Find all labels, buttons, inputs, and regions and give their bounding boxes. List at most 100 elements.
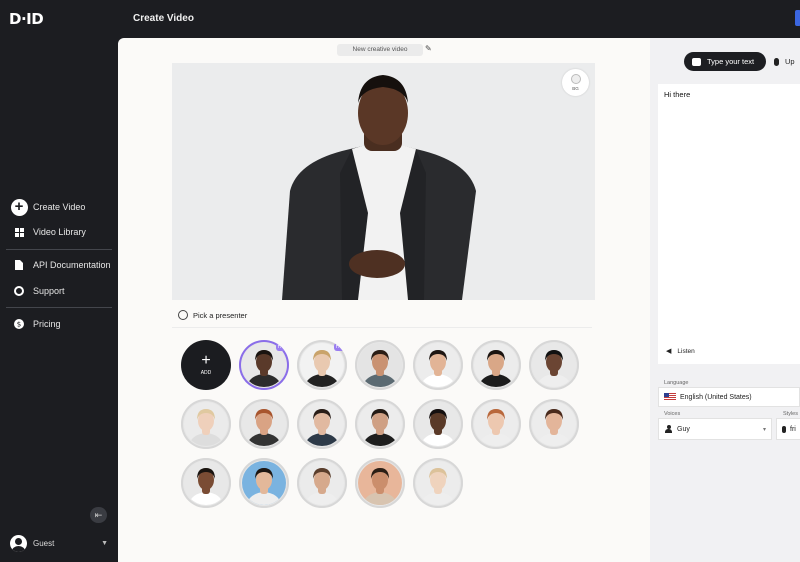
- sidebar-item-label: Create Video: [33, 202, 86, 212]
- language-label: Language: [664, 380, 689, 386]
- pick-presenter-header: Pick a presenter: [178, 310, 247, 320]
- sidebar-item-label: API Documentation: [33, 260, 111, 270]
- sidebar-item-label: Pricing: [33, 319, 61, 329]
- presenter-avatar[interactable]: [355, 399, 405, 449]
- tab-upload-audio[interactable]: Up: [774, 52, 795, 71]
- presenter-avatar[interactable]: [471, 340, 521, 390]
- add-presenter-button[interactable]: + ADD: [181, 340, 231, 390]
- sidebar-item-pricing[interactable]: $ Pricing: [10, 314, 61, 334]
- hq-badge: HQ: [276, 343, 287, 351]
- video-preview: BG: [172, 63, 595, 300]
- page-title: Create Video: [133, 13, 194, 24]
- grid-icon: [10, 227, 28, 237]
- presenter-preview-image: [172, 63, 595, 300]
- presenter-portrait: [416, 461, 460, 505]
- listen-button[interactable]: ◀ Listen: [666, 347, 695, 356]
- sidebar-divider: [6, 307, 112, 308]
- sidebar-item-api-documentation[interactable]: API Documentation: [10, 255, 111, 275]
- us-flag-icon: [664, 393, 676, 401]
- presenter-avatar[interactable]: [297, 458, 347, 508]
- presenter-avatar[interactable]: [413, 340, 463, 390]
- collapse-icon: ⇤: [94, 509, 103, 520]
- top-right-button[interactable]: [795, 10, 800, 26]
- presenter-portrait: [358, 461, 402, 505]
- sidebar-item-label: Video Library: [33, 227, 86, 237]
- document-icon: [10, 260, 28, 270]
- tab-upload-label: Up: [785, 57, 795, 66]
- presenter-avatar[interactable]: [181, 399, 231, 449]
- presenter-portrait: [416, 343, 460, 387]
- sidebar-item-create-video[interactable]: + Create Video: [10, 197, 85, 217]
- presenter-avatar[interactable]: [471, 399, 521, 449]
- user-menu[interactable]: Guest ▼: [10, 533, 108, 553]
- chevron-down-icon: ▾: [762, 426, 766, 433]
- background-icon: [570, 74, 581, 84]
- presenter-portrait: [242, 402, 286, 446]
- presenter-avatar[interactable]: [181, 458, 231, 508]
- style-select[interactable]: fri: [776, 418, 800, 440]
- plus-circle-icon: +: [10, 198, 28, 216]
- listen-label: Listen: [677, 347, 695, 355]
- presenter-portrait: [358, 343, 402, 387]
- microphone-icon: [774, 57, 779, 66]
- svg-text:$: $: [17, 321, 21, 329]
- hq-badge: HQ: [334, 343, 345, 351]
- presenter-portrait: [532, 402, 576, 446]
- presenter-portrait: [242, 461, 286, 505]
- sidebar-item-support[interactable]: Support: [10, 281, 65, 301]
- presenter-avatar[interactable]: HQ: [297, 340, 347, 390]
- speaker-icon: ◀: [666, 348, 672, 355]
- person-icon: [665, 425, 672, 433]
- editor-canvas: New creative video ✎ BG Pick a presenter: [118, 38, 650, 562]
- user-avatar-icon: [10, 534, 27, 552]
- language-value: English (United States): [680, 393, 752, 401]
- presenter-avatar[interactable]: [529, 340, 579, 390]
- tab-type-your-text[interactable]: Type your text: [684, 52, 766, 71]
- presenter-avatar[interactable]: [297, 399, 347, 449]
- presenter-avatar[interactable]: [355, 458, 405, 508]
- app-logo[interactable]: D·ID: [9, 10, 44, 28]
- style-value: fri: [790, 425, 796, 433]
- presenter-avatar[interactable]: [529, 399, 579, 449]
- presenter-portrait: [184, 402, 228, 446]
- presenter-portrait: [416, 402, 460, 446]
- microphone-icon: [782, 425, 786, 433]
- script-panel: Type your text Up Hi there ◀ Listen Lang…: [650, 38, 800, 562]
- tab-type-label: Type your text: [707, 57, 755, 66]
- language-select[interactable]: English (United States): [658, 387, 800, 407]
- user-name: Guest: [33, 538, 55, 548]
- sidebar-item-label: Support: [33, 286, 65, 296]
- pick-presenter-label: Pick a presenter: [193, 310, 248, 320]
- presenter-portrait: [300, 461, 344, 505]
- script-text: Hi there: [664, 90, 691, 99]
- sidebar: D·ID + Create Video Video Library API Do…: [0, 0, 118, 562]
- presenter-avatar[interactable]: [239, 458, 289, 508]
- collapse-sidebar-button[interactable]: ⇤: [90, 507, 107, 523]
- sidebar-item-video-library[interactable]: Video Library: [10, 222, 86, 242]
- presenter-avatar[interactable]: [413, 458, 463, 508]
- voice-value: Guy: [677, 425, 690, 433]
- presenter-portrait: [474, 343, 518, 387]
- section-divider: [172, 327, 592, 328]
- chat-icon: [692, 57, 701, 66]
- presenter-avatar[interactable]: [355, 340, 405, 390]
- video-title-field[interactable]: New creative video: [337, 44, 423, 56]
- background-button[interactable]: BG: [562, 69, 589, 96]
- chevron-down-icon: ▼: [101, 539, 108, 547]
- voices-label: Voices: [664, 411, 681, 417]
- face-icon: [178, 310, 188, 320]
- pencil-icon[interactable]: ✎: [425, 44, 432, 53]
- presenter-portrait: [184, 461, 228, 505]
- voice-select[interactable]: Guy ▾: [658, 418, 772, 440]
- lifebuoy-icon: [10, 286, 28, 296]
- presenter-portrait: [474, 402, 518, 446]
- styles-label: Styles: [783, 411, 798, 417]
- script-textarea[interactable]: Hi there ◀ Listen: [658, 84, 800, 364]
- presenter-portrait: [300, 402, 344, 446]
- sidebar-divider: [6, 249, 112, 250]
- presenter-portrait: [358, 402, 402, 446]
- presenter-avatar[interactable]: HQ: [239, 340, 289, 390]
- presenter-portrait: [532, 343, 576, 387]
- presenter-avatar[interactable]: [239, 399, 289, 449]
- presenter-avatar[interactable]: [413, 399, 463, 449]
